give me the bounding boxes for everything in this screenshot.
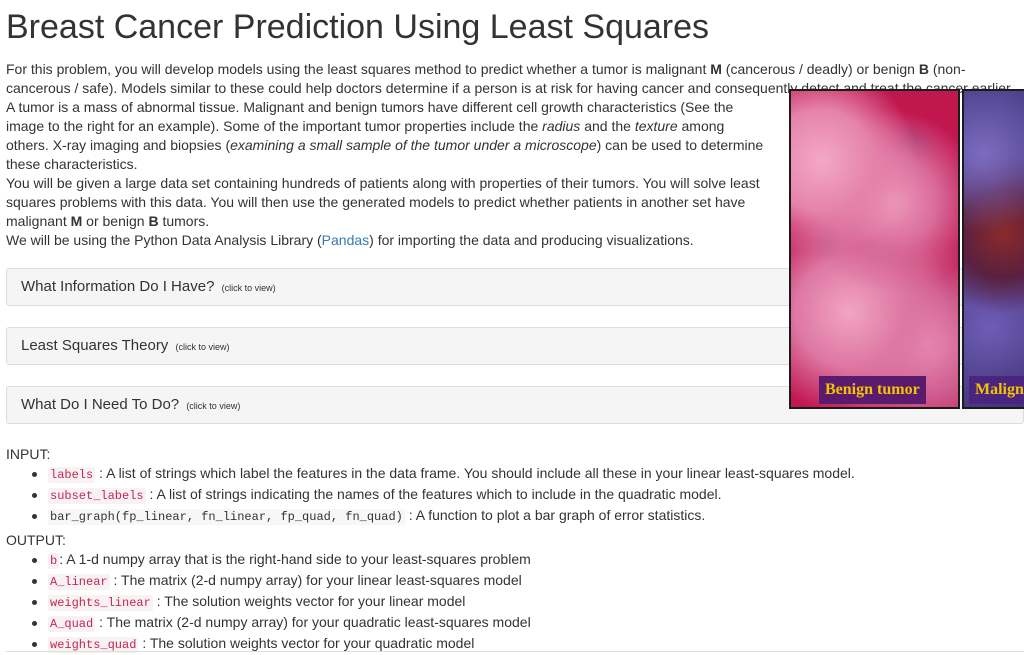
malignant-tumor-label: Malign [969, 376, 1024, 404]
intro-paragraph-2: A tumor is a mass of abnormal tissue. Ma… [6, 99, 764, 172]
output-list: b: A 1-d numpy array that is the right-h… [28, 550, 531, 655]
benign-tumor-panel [789, 89, 960, 409]
output-heading: OUTPUT: [6, 532, 66, 548]
intro-paragraph-3: You will be given a large data set conta… [6, 175, 760, 229]
accordion-title: What Do I Need To Do? [21, 396, 180, 413]
list-item: b: A 1-d numpy array that is the right-h… [28, 550, 531, 571]
list-item: A_linear : The matrix (2-d numpy array) … [28, 571, 531, 592]
input-list: labels : A list of strings which label t… [28, 464, 855, 527]
list-item: bar_graph(fp_linear, fn_linear, fp_quad,… [28, 506, 855, 527]
accordion-title: Least Squares Theory [21, 337, 169, 354]
accordion-title: What Information Do I Have? [21, 278, 215, 295]
accordion-hint: (click to view) [186, 401, 241, 411]
code-b: b [48, 553, 60, 569]
code-a-quad: A_quad [48, 616, 96, 632]
pandas-link[interactable]: Pandas [322, 232, 369, 248]
accordion-hint: (click to view) [221, 283, 276, 293]
divider [6, 651, 1024, 652]
benign-tumor-label: Benign tumor [819, 376, 926, 404]
malignant-tumor-panel [962, 89, 1024, 409]
list-item: A_quad : The matrix (2-d numpy array) fo… [28, 613, 531, 634]
code-a-linear: A_linear [48, 574, 110, 590]
page-title: Breast Cancer Prediction Using Least Squ… [6, 8, 710, 46]
code-labels: labels [48, 467, 96, 483]
code-bar-graph: bar_graph(fp_linear, fn_linear, fp_quad,… [48, 509, 405, 525]
code-weights-linear: weights_linear [48, 595, 153, 611]
list-item: labels : A list of strings which label t… [28, 464, 855, 485]
tumor-comparison-image: Benign tumor Malign [789, 89, 1024, 409]
input-heading: INPUT: [6, 446, 51, 462]
list-item: subset_labels : A list of strings indica… [28, 485, 855, 506]
list-item: weights_linear : The solution weights ve… [28, 592, 531, 613]
accordion-hint: (click to view) [175, 342, 230, 352]
code-subset-labels: subset_labels [48, 488, 146, 504]
